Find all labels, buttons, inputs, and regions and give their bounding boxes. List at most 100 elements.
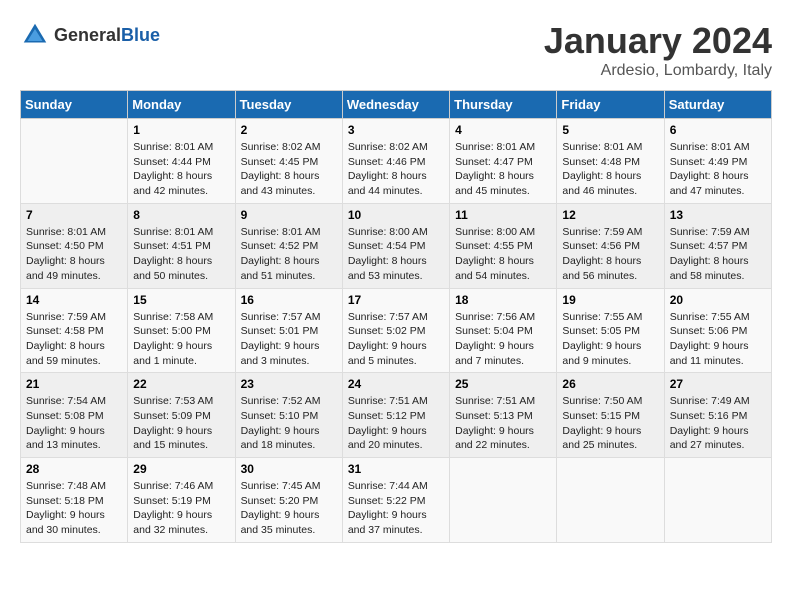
day-number: 29 bbox=[133, 462, 229, 476]
calendar-cell: 26 Sunrise: 7:50 AMSunset: 5:15 PMDaylig… bbox=[557, 373, 664, 458]
day-info: Sunrise: 7:57 AMSunset: 5:02 PMDaylight:… bbox=[348, 311, 428, 367]
day-number: 8 bbox=[133, 208, 229, 222]
calendar-cell: 2 Sunrise: 8:02 AMSunset: 4:45 PMDayligh… bbox=[235, 119, 342, 204]
calendar-cell: 31 Sunrise: 7:44 AMSunset: 5:22 PMDaylig… bbox=[342, 458, 449, 543]
day-info: Sunrise: 7:44 AMSunset: 5:22 PMDaylight:… bbox=[348, 480, 428, 536]
logo-text-general: General bbox=[54, 25, 121, 45]
calendar-week-row: 21 Sunrise: 7:54 AMSunset: 5:08 PMDaylig… bbox=[21, 373, 772, 458]
day-number: 14 bbox=[26, 293, 122, 307]
calendar-cell: 13 Sunrise: 7:59 AMSunset: 4:57 PMDaylig… bbox=[664, 203, 771, 288]
calendar-cell: 25 Sunrise: 7:51 AMSunset: 5:13 PMDaylig… bbox=[450, 373, 557, 458]
day-info: Sunrise: 8:01 AMSunset: 4:48 PMDaylight:… bbox=[562, 141, 642, 197]
day-info: Sunrise: 7:46 AMSunset: 5:19 PMDaylight:… bbox=[133, 480, 213, 536]
day-number: 1 bbox=[133, 123, 229, 137]
day-number: 11 bbox=[455, 208, 551, 222]
day-info: Sunrise: 7:55 AMSunset: 5:05 PMDaylight:… bbox=[562, 311, 642, 367]
day-info: Sunrise: 7:51 AMSunset: 5:12 PMDaylight:… bbox=[348, 395, 428, 451]
day-info: Sunrise: 7:48 AMSunset: 5:18 PMDaylight:… bbox=[26, 480, 106, 536]
day-info: Sunrise: 8:00 AMSunset: 4:55 PMDaylight:… bbox=[455, 226, 535, 282]
calendar-cell: 17 Sunrise: 7:57 AMSunset: 5:02 PMDaylig… bbox=[342, 288, 449, 373]
day-info: Sunrise: 8:02 AMSunset: 4:46 PMDaylight:… bbox=[348, 141, 428, 197]
day-info: Sunrise: 7:52 AMSunset: 5:10 PMDaylight:… bbox=[241, 395, 321, 451]
day-number: 3 bbox=[348, 123, 444, 137]
day-number: 16 bbox=[241, 293, 337, 307]
calendar-cell: 11 Sunrise: 8:00 AMSunset: 4:55 PMDaylig… bbox=[450, 203, 557, 288]
header-day-saturday: Saturday bbox=[664, 91, 771, 119]
calendar-cell bbox=[450, 458, 557, 543]
day-info: Sunrise: 7:59 AMSunset: 4:58 PMDaylight:… bbox=[26, 311, 106, 367]
calendar-cell: 9 Sunrise: 8:01 AMSunset: 4:52 PMDayligh… bbox=[235, 203, 342, 288]
day-number: 30 bbox=[241, 462, 337, 476]
day-number: 5 bbox=[562, 123, 658, 137]
day-info: Sunrise: 8:01 AMSunset: 4:51 PMDaylight:… bbox=[133, 226, 213, 282]
day-number: 24 bbox=[348, 377, 444, 391]
day-info: Sunrise: 7:57 AMSunset: 5:01 PMDaylight:… bbox=[241, 311, 321, 367]
calendar-cell: 27 Sunrise: 7:49 AMSunset: 5:16 PMDaylig… bbox=[664, 373, 771, 458]
day-info: Sunrise: 8:00 AMSunset: 4:54 PMDaylight:… bbox=[348, 226, 428, 282]
logo: GeneralBlue bbox=[20, 20, 160, 50]
day-number: 21 bbox=[26, 377, 122, 391]
day-number: 6 bbox=[670, 123, 766, 137]
calendar-cell: 23 Sunrise: 7:52 AMSunset: 5:10 PMDaylig… bbox=[235, 373, 342, 458]
calendar-cell: 18 Sunrise: 7:56 AMSunset: 5:04 PMDaylig… bbox=[450, 288, 557, 373]
header-day-thursday: Thursday bbox=[450, 91, 557, 119]
day-number: 10 bbox=[348, 208, 444, 222]
day-number: 27 bbox=[670, 377, 766, 391]
header-day-sunday: Sunday bbox=[21, 91, 128, 119]
calendar-week-row: 7 Sunrise: 8:01 AMSunset: 4:50 PMDayligh… bbox=[21, 203, 772, 288]
day-info: Sunrise: 7:45 AMSunset: 5:20 PMDaylight:… bbox=[241, 480, 321, 536]
day-number: 19 bbox=[562, 293, 658, 307]
calendar-cell: 21 Sunrise: 7:54 AMSunset: 5:08 PMDaylig… bbox=[21, 373, 128, 458]
day-info: Sunrise: 8:01 AMSunset: 4:50 PMDaylight:… bbox=[26, 226, 106, 282]
calendar-cell: 22 Sunrise: 7:53 AMSunset: 5:09 PMDaylig… bbox=[128, 373, 235, 458]
calendar-cell: 14 Sunrise: 7:59 AMSunset: 4:58 PMDaylig… bbox=[21, 288, 128, 373]
calendar-cell: 19 Sunrise: 7:55 AMSunset: 5:05 PMDaylig… bbox=[557, 288, 664, 373]
header-day-friday: Friday bbox=[557, 91, 664, 119]
day-number: 2 bbox=[241, 123, 337, 137]
day-info: Sunrise: 8:01 AMSunset: 4:44 PMDaylight:… bbox=[133, 141, 213, 197]
day-info: Sunrise: 7:55 AMSunset: 5:06 PMDaylight:… bbox=[670, 311, 750, 367]
subtitle: Ardesio, Lombardy, Italy bbox=[544, 62, 772, 80]
page-header: GeneralBlue January 2024 Ardesio, Lombar… bbox=[20, 20, 772, 80]
day-number: 23 bbox=[241, 377, 337, 391]
day-info: Sunrise: 7:51 AMSunset: 5:13 PMDaylight:… bbox=[455, 395, 535, 451]
calendar-cell: 28 Sunrise: 7:48 AMSunset: 5:18 PMDaylig… bbox=[21, 458, 128, 543]
header-day-tuesday: Tuesday bbox=[235, 91, 342, 119]
day-info: Sunrise: 7:59 AMSunset: 4:57 PMDaylight:… bbox=[670, 226, 750, 282]
day-number: 20 bbox=[670, 293, 766, 307]
calendar-cell: 15 Sunrise: 7:58 AMSunset: 5:00 PMDaylig… bbox=[128, 288, 235, 373]
day-number: 26 bbox=[562, 377, 658, 391]
calendar-cell bbox=[557, 458, 664, 543]
calendar-cell: 4 Sunrise: 8:01 AMSunset: 4:47 PMDayligh… bbox=[450, 119, 557, 204]
calendar-week-row: 14 Sunrise: 7:59 AMSunset: 4:58 PMDaylig… bbox=[21, 288, 772, 373]
calendar-cell: 6 Sunrise: 8:01 AMSunset: 4:49 PMDayligh… bbox=[664, 119, 771, 204]
calendar-cell: 30 Sunrise: 7:45 AMSunset: 5:20 PMDaylig… bbox=[235, 458, 342, 543]
calendar-cell: 1 Sunrise: 8:01 AMSunset: 4:44 PMDayligh… bbox=[128, 119, 235, 204]
day-info: Sunrise: 7:49 AMSunset: 5:16 PMDaylight:… bbox=[670, 395, 750, 451]
day-number: 28 bbox=[26, 462, 122, 476]
day-number: 31 bbox=[348, 462, 444, 476]
day-number: 17 bbox=[348, 293, 444, 307]
day-number: 9 bbox=[241, 208, 337, 222]
day-info: Sunrise: 8:02 AMSunset: 4:45 PMDaylight:… bbox=[241, 141, 321, 197]
day-number: 4 bbox=[455, 123, 551, 137]
calendar-cell bbox=[664, 458, 771, 543]
title-section: January 2024 Ardesio, Lombardy, Italy bbox=[544, 20, 772, 80]
day-number: 22 bbox=[133, 377, 229, 391]
day-number: 7 bbox=[26, 208, 122, 222]
calendar-cell: 10 Sunrise: 8:00 AMSunset: 4:54 PMDaylig… bbox=[342, 203, 449, 288]
day-number: 25 bbox=[455, 377, 551, 391]
day-info: Sunrise: 7:59 AMSunset: 4:56 PMDaylight:… bbox=[562, 226, 642, 282]
day-info: Sunrise: 8:01 AMSunset: 4:49 PMDaylight:… bbox=[670, 141, 750, 197]
calendar-table: SundayMondayTuesdayWednesdayThursdayFrid… bbox=[20, 90, 772, 543]
calendar-week-row: 1 Sunrise: 8:01 AMSunset: 4:44 PMDayligh… bbox=[21, 119, 772, 204]
day-number: 15 bbox=[133, 293, 229, 307]
main-title: January 2024 bbox=[544, 20, 772, 62]
logo-icon bbox=[20, 20, 50, 50]
day-info: Sunrise: 7:56 AMSunset: 5:04 PMDaylight:… bbox=[455, 311, 535, 367]
calendar-cell: 16 Sunrise: 7:57 AMSunset: 5:01 PMDaylig… bbox=[235, 288, 342, 373]
header-day-wednesday: Wednesday bbox=[342, 91, 449, 119]
day-number: 12 bbox=[562, 208, 658, 222]
day-info: Sunrise: 7:50 AMSunset: 5:15 PMDaylight:… bbox=[562, 395, 642, 451]
day-number: 18 bbox=[455, 293, 551, 307]
